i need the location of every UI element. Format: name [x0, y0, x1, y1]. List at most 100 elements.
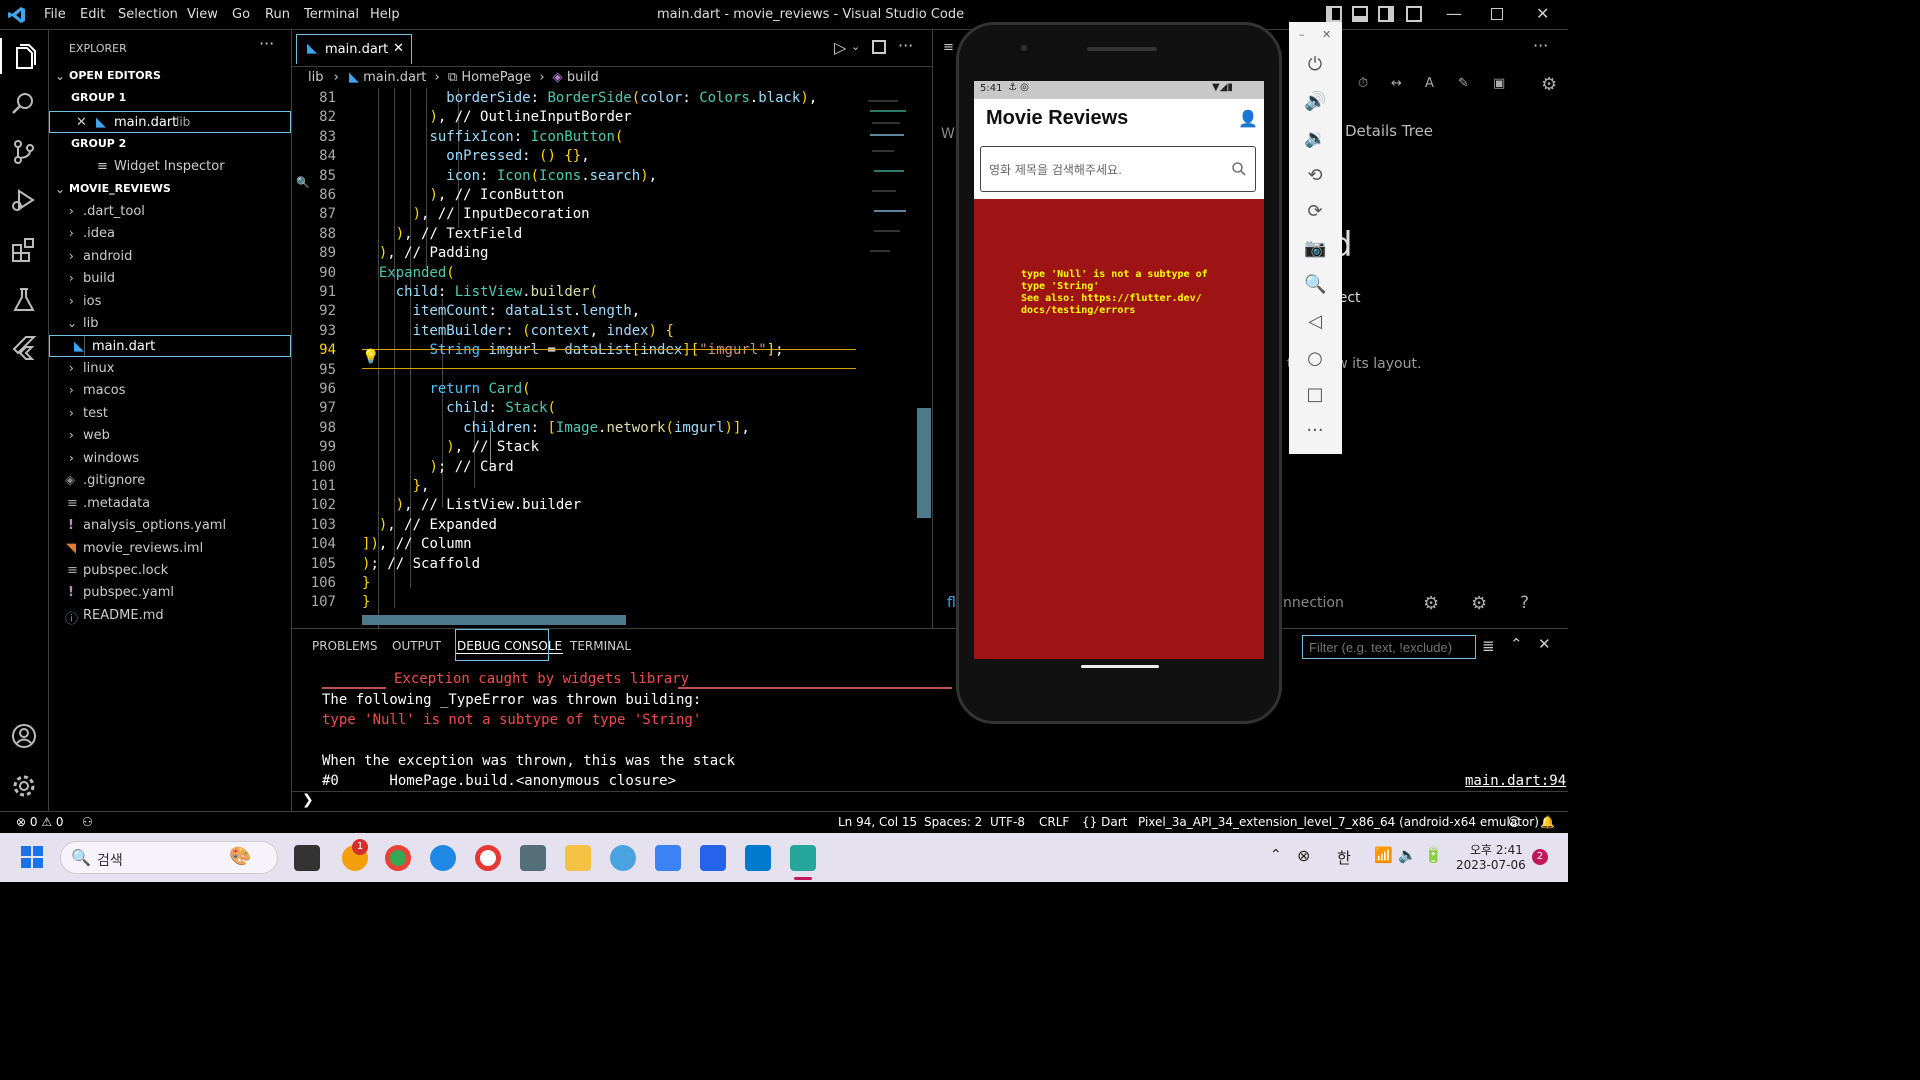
- open-editor-main-dart[interactable]: ✕ ◣ main.dart lib: [49, 111, 291, 133]
- notification-count-badge[interactable]: 2: [1532, 849, 1548, 865]
- code-line[interactable]: 104]), // Column: [292, 536, 912, 555]
- edge-icon[interactable]: [430, 845, 456, 871]
- file-movie-reviews-iml[interactable]: ◥ movie_reviews.iml: [49, 538, 291, 560]
- device-selector[interactable]: Pixel_3a_API_34_extension_level_7_x86_64…: [1138, 815, 1539, 829]
- opera-icon[interactable]: [475, 845, 501, 871]
- code-line[interactable]: 101 },: [292, 478, 912, 497]
- windows-start-icon[interactable]: [20, 845, 44, 869]
- file-metadata[interactable]: ≡ .metadata: [49, 493, 291, 515]
- code-line[interactable]: 86 ), // IconButton: [292, 187, 912, 206]
- explorer-icon[interactable]: [10, 42, 38, 70]
- folder-dart-tool[interactable]: › .dart_tool: [49, 201, 291, 223]
- highlight-icon[interactable]: ✎: [1458, 76, 1469, 91]
- file-readme[interactable]: ⓘ README.md: [49, 605, 291, 627]
- tab-main-dart[interactable]: ◣ main.dart ✕: [296, 34, 412, 64]
- search-icon[interactable]: [1231, 161, 1247, 177]
- menu-terminal[interactable]: Terminal: [304, 7, 359, 22]
- back-icon[interactable]: ◁: [1304, 311, 1326, 333]
- folder-test[interactable]: › test: [49, 403, 291, 425]
- file-pubspec-lock[interactable]: ≡ pubspec.lock: [49, 560, 291, 582]
- emulator-taskbar-icon[interactable]: [790, 845, 816, 871]
- lightbulb-icon[interactable]: 💡: [362, 349, 379, 365]
- folder-lib[interactable]: ⌄ lib: [49, 313, 291, 335]
- overview-icon[interactable]: □: [1304, 384, 1326, 406]
- folder-macos[interactable]: › macos: [49, 380, 291, 402]
- editor-scrollbar[interactable]: [917, 408, 931, 518]
- menu-selection[interactable]: Selection: [118, 7, 178, 22]
- cursor-position[interactable]: Ln 94, Col 15: [838, 815, 917, 829]
- menu-run[interactable]: Run: [265, 7, 290, 22]
- details-tree-tab[interactable]: Details Tree: [1345, 122, 1433, 140]
- code-line[interactable]: 91 child: ListView.builder(: [292, 284, 912, 303]
- power-icon[interactable]: ⏻: [1304, 54, 1326, 76]
- person-icon[interactable]: 👤: [1238, 109, 1258, 128]
- folder-ios[interactable]: › ios: [49, 291, 291, 313]
- file-explorer-icon[interactable]: [565, 845, 591, 871]
- code-line[interactable]: 87 ), // InputDecoration: [292, 206, 912, 225]
- folder-android[interactable]: › android: [49, 246, 291, 268]
- menu-edit[interactable]: Edit: [80, 7, 105, 22]
- code-line[interactable]: 103 ), // Expanded: [292, 517, 912, 536]
- flutter-icon[interactable]: [10, 334, 38, 362]
- project-section[interactable]: ⌄ MOVIE_REVIEWS: [49, 179, 291, 201]
- console-prompt-icon[interactable]: ❯: [302, 792, 314, 808]
- tray-overflow-icon[interactable]: ⌃: [1270, 847, 1282, 863]
- image-icon[interactable]: ▣: [1493, 76, 1505, 91]
- run-icon[interactable]: ▷: [834, 38, 846, 57]
- folder-idea[interactable]: › .idea: [49, 223, 291, 245]
- search-icon[interactable]: [10, 90, 38, 118]
- volume-icon[interactable]: 🔈: [1398, 846, 1417, 864]
- input-language[interactable]: 한: [1337, 847, 1351, 868]
- code-line[interactable]: 88 ), // TextField: [292, 226, 912, 245]
- battery-icon[interactable]: 🔋: [1424, 846, 1443, 864]
- tray-app-icon[interactable]: ⊗: [1297, 846, 1310, 865]
- timer-icon[interactable]: ⏱: [1358, 76, 1368, 91]
- file-pubspec-yaml[interactable]: ! pubspec.yaml: [49, 582, 291, 604]
- close-window-icon[interactable]: ✕: [1536, 4, 1549, 23]
- code-line[interactable]: 90 Expanded(: [292, 265, 912, 284]
- app-store-icon[interactable]: [655, 845, 681, 871]
- code-line[interactable]: 100 ); // Card: [292, 459, 912, 478]
- volume-down-icon[interactable]: 🔉: [1304, 128, 1326, 150]
- indentation[interactable]: Spaces: 2: [924, 815, 982, 829]
- breadcrumb-main-dart[interactable]: main.dart: [363, 70, 426, 85]
- devtools-link-partial[interactable]: fl: [947, 595, 956, 611]
- clock-date[interactable]: 2023-07-06: [1456, 858, 1526, 872]
- measure-icon[interactable]: ↔: [1391, 76, 1402, 91]
- code-line[interactable]: 96 return Card(: [292, 381, 912, 400]
- testing-icon[interactable]: [10, 286, 38, 314]
- run-dropdown-icon[interactable]: ⌄: [851, 40, 860, 53]
- horizontal-scrollbar[interactable]: [362, 615, 626, 625]
- code-line[interactable]: 85 icon: Icon(Icons.search),: [292, 168, 912, 187]
- code-line[interactable]: 106}: [292, 575, 912, 594]
- editor-more-icon[interactable]: ···: [898, 36, 913, 55]
- toggle-sidebar-icon[interactable]: [1326, 6, 1342, 22]
- more-icon[interactable]: ···: [1304, 420, 1326, 442]
- accounts-icon[interactable]: [10, 722, 38, 750]
- code-line[interactable]: 93 itemBuilder: (context, index) {: [292, 323, 912, 342]
- zoom-icon[interactable]: 🔍: [1304, 274, 1326, 296]
- file-gitignore[interactable]: ◈ .gitignore: [49, 470, 291, 492]
- line-ending[interactable]: CRLF: [1039, 815, 1069, 829]
- toggle-panel-icon[interactable]: [1352, 6, 1368, 22]
- breadcrumb-build[interactable]: build: [567, 70, 599, 85]
- menu-file[interactable]: File: [44, 7, 66, 22]
- volume-up-icon[interactable]: 🔊: [1304, 91, 1326, 113]
- tab-terminal[interactable]: TERMINAL: [570, 639, 631, 653]
- source-link[interactable]: main.dart:94: [1465, 773, 1566, 789]
- breadcrumb-lib[interactable]: lib: [308, 70, 323, 85]
- code-line[interactable]: 82 ), // OutlineInputBorder: [292, 109, 912, 128]
- movie-search-field[interactable]: 영화 제목을 검색해주세요.: [980, 146, 1256, 192]
- close-panel-icon[interactable]: ✕: [1538, 635, 1551, 653]
- menu-help[interactable]: Help: [370, 7, 400, 22]
- feedback-icon[interactable]: ☺: [1508, 815, 1521, 829]
- extensions-icon[interactable]: [10, 236, 38, 264]
- globe-app-icon[interactable]: [610, 845, 636, 871]
- menu-view[interactable]: View: [187, 7, 218, 22]
- code-line[interactable]: 105); // Scaffold: [292, 556, 912, 575]
- minimize-icon[interactable]: —: [1446, 4, 1462, 23]
- code-line[interactable]: 107}: [292, 594, 912, 613]
- gesture-bar[interactable]: [1081, 665, 1159, 668]
- console-filter-input[interactable]: [1302, 635, 1476, 659]
- tab-output[interactable]: OUTPUT: [392, 639, 441, 653]
